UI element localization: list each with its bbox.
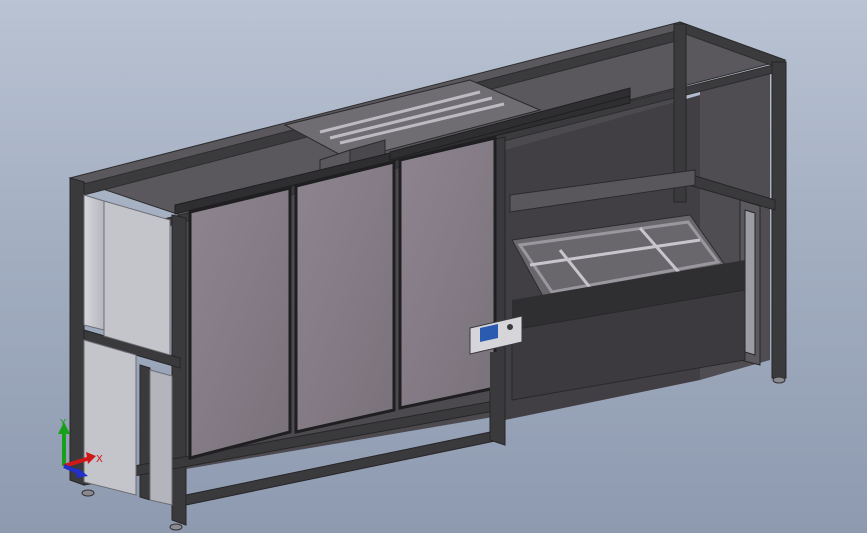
hmi-button-icon[interactable] (507, 324, 513, 330)
cad-viewport[interactable]: Y X (0, 0, 867, 533)
machine-model-render[interactable]: Y X (0, 0, 867, 533)
y-axis-label: Y (59, 418, 67, 429)
x-axis-label: X (96, 454, 103, 465)
